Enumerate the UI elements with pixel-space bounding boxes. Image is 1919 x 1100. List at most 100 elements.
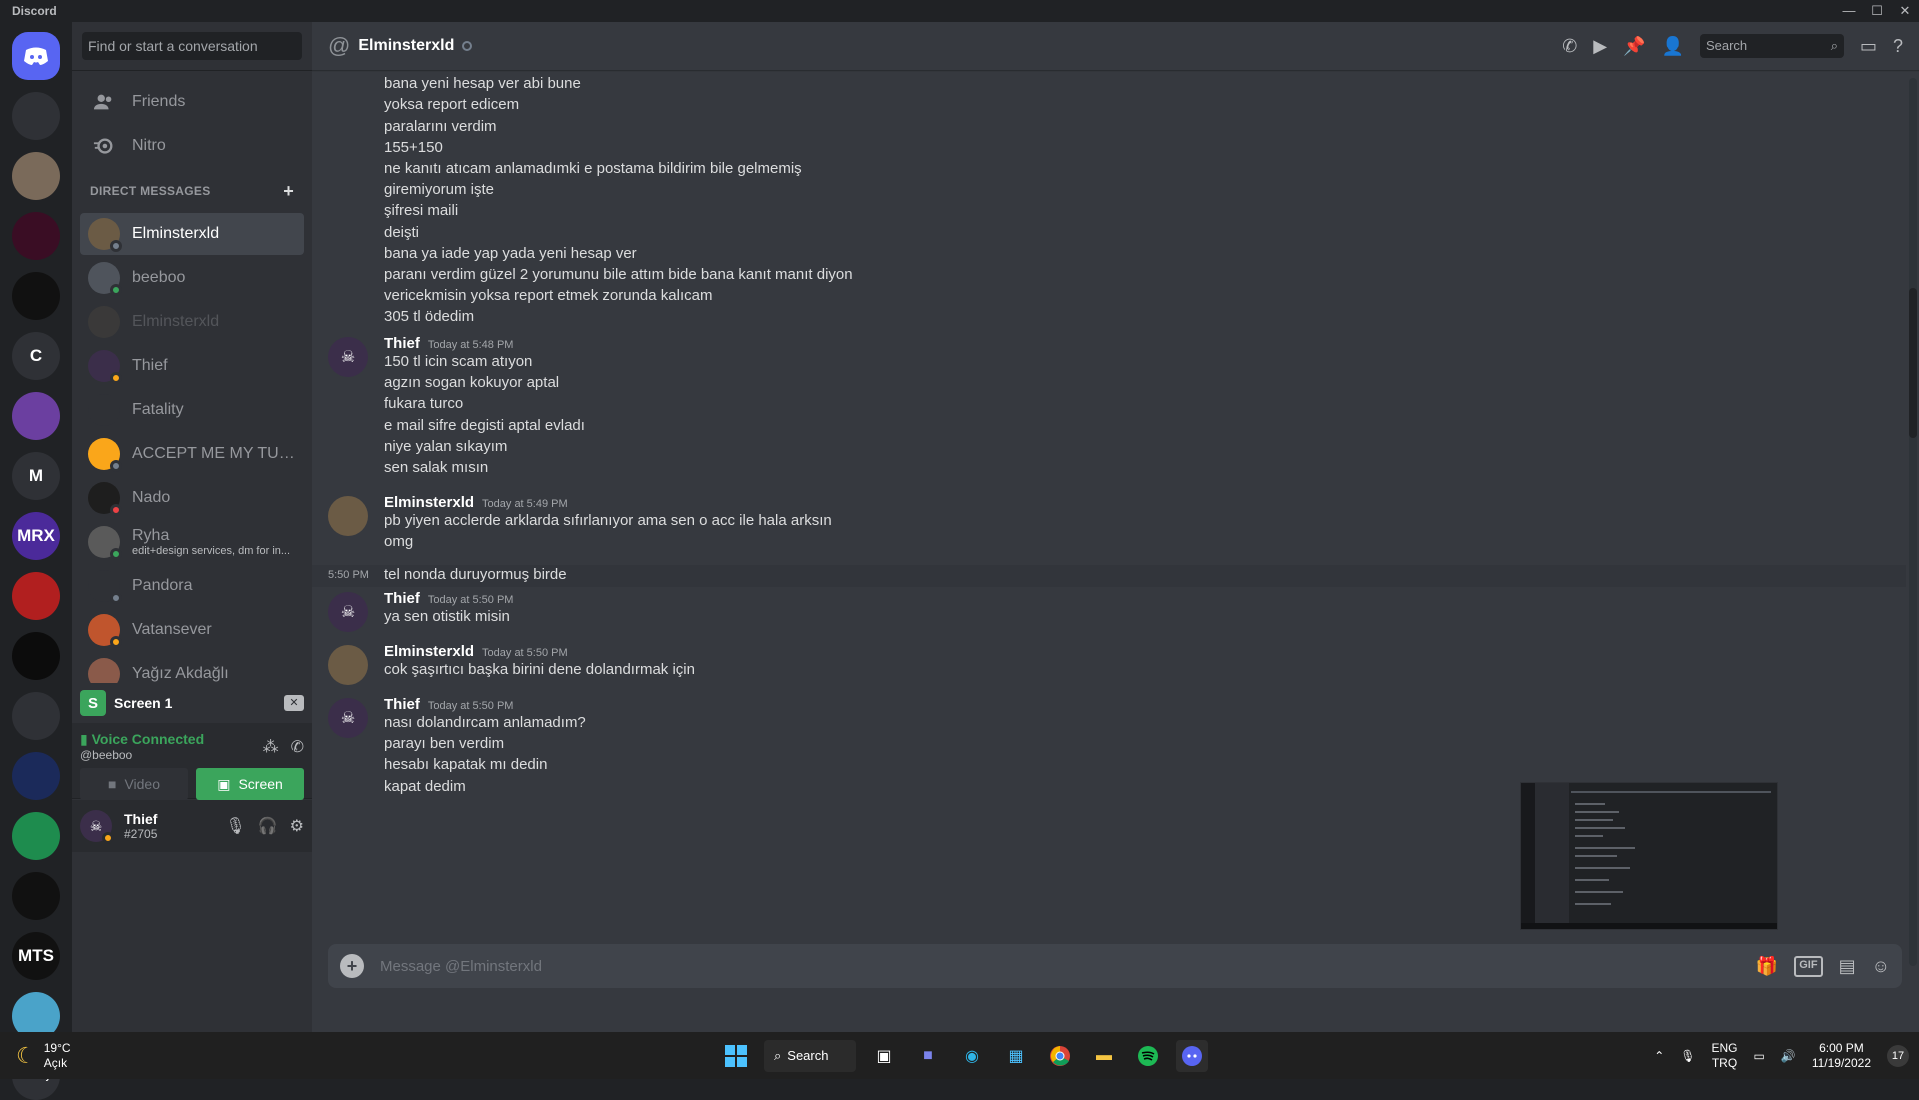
voice-connected-label[interactable]: ▮ Voice Connected: [80, 731, 204, 748]
chrome-icon[interactable]: [1044, 1040, 1076, 1072]
nav-nitro[interactable]: Nitro: [80, 125, 304, 167]
stop-stream-icon[interactable]: ✕: [284, 695, 304, 711]
dm-item[interactable]: ACCEPT ME MY TUM...: [80, 433, 304, 475]
server-icon[interactable]: [12, 872, 60, 920]
dm-item[interactable]: Pandora: [80, 565, 304, 607]
dm-header-label: DIRECT MESSAGES: [90, 184, 211, 198]
message-text: deişti: [384, 223, 420, 241]
dm-item[interactable]: Fatality: [80, 389, 304, 431]
server-icon[interactable]: M: [12, 452, 60, 500]
dm-item[interactable]: Elminsterxld: [80, 213, 304, 255]
message-text: 155+150: [384, 138, 443, 156]
dm-avatar: [88, 306, 120, 338]
tray-mic-icon[interactable]: 🎙: [1680, 1049, 1695, 1063]
attach-plus-icon[interactable]: +: [340, 954, 364, 978]
dm-item[interactable]: Ryha edit+design services, dm for in...: [80, 521, 304, 563]
message-author[interactable]: Thief: [384, 335, 420, 352]
spotify-icon[interactable]: [1132, 1040, 1164, 1072]
settings-gear-icon[interactable]: ⚙: [290, 816, 304, 836]
weather-widget[interactable]: ☾ 19°C Açık: [0, 1041, 71, 1070]
stream-preview-line: [1575, 903, 1611, 905]
dm-name: Yağız Akdağlı: [132, 665, 229, 683]
server-icon[interactable]: [12, 632, 60, 680]
message-composer[interactable]: + Message @Elminsterxld 🎁 GIF ▤ ☺: [328, 944, 1902, 988]
add-friend-icon[interactable]: 👤: [1662, 36, 1684, 57]
message-avatar[interactable]: [328, 496, 368, 536]
dm-name: ACCEPT ME MY TUM...: [132, 445, 296, 463]
server-icon[interactable]: [12, 812, 60, 860]
create-dm-plus-icon[interactable]: +: [283, 181, 294, 202]
server-icon[interactable]: MRX: [12, 512, 60, 560]
gift-icon[interactable]: 🎁: [1756, 956, 1778, 977]
notification-badge[interactable]: 17: [1887, 1044, 1909, 1067]
message-author[interactable]: Elminsterxld: [384, 494, 474, 511]
pin-icon[interactable]: 📌: [1623, 36, 1645, 57]
stream-preview[interactable]: [1520, 782, 1778, 930]
screen-share-row[interactable]: S Screen 1 ✕: [72, 683, 312, 723]
headphones-icon[interactable]: 🎧: [258, 816, 278, 836]
tray-overflow-icon[interactable]: ⌃: [1654, 1049, 1664, 1063]
message-author[interactable]: Elminsterxld: [384, 643, 474, 660]
network-icon[interactable]: ▭: [1754, 1049, 1765, 1063]
find-conversation-input[interactable]: Find or start a conversation: [82, 32, 302, 60]
message-author[interactable]: Thief: [384, 696, 420, 713]
taskbar-search[interactable]: ⌕ Search: [764, 1039, 856, 1072]
noise-suppression-icon[interactable]: ⁂: [263, 737, 279, 757]
dm-item[interactable]: Thief: [80, 345, 304, 387]
chat-scrollbar[interactable]: [1909, 78, 1917, 966]
server-icon[interactable]: [12, 272, 60, 320]
close-button[interactable]: ✕: [1891, 0, 1919, 22]
server-icon[interactable]: [12, 692, 60, 740]
message-input[interactable]: Message @Elminsterxld: [380, 958, 1756, 975]
inbox-icon[interactable]: ▭: [1860, 36, 1877, 57]
discord-taskbar-icon[interactable]: [1176, 1039, 1208, 1072]
clock[interactable]: 6:00 PM 11/19/2022: [1812, 1041, 1871, 1071]
disconnect-icon[interactable]: ✆: [291, 737, 304, 757]
stream-preview-line: [1575, 867, 1630, 869]
message-avatar[interactable]: [328, 645, 368, 685]
dm-item[interactable]: Vatansever: [80, 609, 304, 651]
message-text: şifresi maili: [384, 202, 459, 220]
server-icon[interactable]: C: [12, 332, 60, 380]
message-author[interactable]: Thief: [384, 590, 420, 607]
home-discord-icon[interactable]: [12, 32, 60, 80]
server-icon[interactable]: [12, 212, 60, 260]
server-icon[interactable]: MTS: [12, 932, 60, 980]
message-avatar[interactable]: ☠: [328, 698, 368, 738]
dm-item[interactable]: Nado: [80, 477, 304, 519]
message-avatar[interactable]: ☠: [328, 337, 368, 377]
maximize-button[interactable]: ☐: [1863, 0, 1891, 22]
server-icon[interactable]: [12, 152, 60, 200]
header-search-input[interactable]: Search ⌕: [1699, 34, 1844, 58]
teams-chat-icon[interactable]: ■: [912, 1040, 944, 1072]
dm-item[interactable]: Elminsterxld: [80, 301, 304, 343]
help-icon[interactable]: ?: [1893, 36, 1903, 57]
screen-button[interactable]: ▣ Screen: [196, 768, 304, 800]
gif-button[interactable]: GIF: [1794, 955, 1823, 977]
nav-friends[interactable]: Friends: [80, 81, 304, 123]
task-view-icon[interactable]: ▣: [868, 1040, 900, 1072]
message-avatar[interactable]: ☠: [328, 592, 368, 632]
volume-icon[interactable]: 🔊: [1781, 1049, 1796, 1063]
emoji-icon[interactable]: ☺: [1872, 956, 1890, 977]
language-indicator[interactable]: ENG TRQ: [1712, 1041, 1738, 1071]
dm-item[interactable]: beeboo: [80, 257, 304, 299]
start-windows-icon[interactable]: [720, 1040, 752, 1072]
voice-call-icon[interactable]: ✆: [1562, 36, 1577, 57]
microphone-icon[interactable]: 🎙: [225, 816, 245, 836]
video-button[interactable]: ■ Video: [80, 768, 188, 800]
minimize-button[interactable]: —: [1835, 0, 1863, 22]
server-icon[interactable]: [12, 92, 60, 140]
server-icon[interactable]: [12, 392, 60, 440]
sticker-icon[interactable]: ▤: [1839, 956, 1856, 977]
store-icon[interactable]: ▦: [1000, 1040, 1032, 1072]
message-text: paranı verdim güzel 2 yorumunu bile attı…: [384, 266, 853, 283]
file-explorer-icon[interactable]: ▬: [1088, 1040, 1120, 1072]
edge-icon[interactable]: ◉: [956, 1040, 988, 1072]
scrollbar-thumb[interactable]: [1909, 288, 1917, 438]
dm-activity: edit+design services, dm for in...: [132, 545, 291, 557]
server-icon[interactable]: [12, 572, 60, 620]
user-avatar[interactable]: ☠: [80, 810, 114, 844]
server-icon[interactable]: [12, 752, 60, 800]
video-call-icon[interactable]: ▶: [1593, 36, 1607, 57]
